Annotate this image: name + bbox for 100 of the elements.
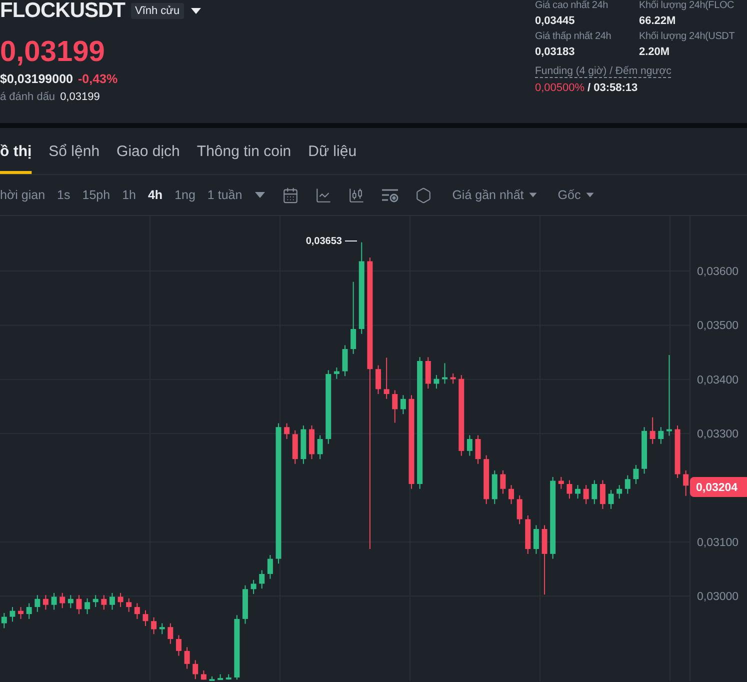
candlestick: [42, 594, 48, 610]
caret-icon: [584, 192, 595, 198]
candlestick: [592, 480, 598, 505]
candlestick: [508, 484, 514, 505]
candlestick: [18, 606, 24, 620]
candlestick: [101, 594, 107, 610]
candlestick: [575, 484, 581, 500]
candlestick: [350, 281, 356, 354]
stat-label: Khối lượng 24h(FLOC: [639, 0, 736, 11]
interval-button[interactable]: 1 tuần: [207, 188, 242, 202]
candlestick: [159, 622, 165, 635]
candlestick: [616, 484, 622, 500]
candlestick: [118, 592, 124, 608]
candlestick: [92, 594, 98, 608]
candlestick: [134, 602, 140, 620]
price-axis-label: 0,03600: [697, 266, 739, 278]
candlestick: [267, 554, 273, 580]
stat-label: Giá cao nhất 24h: [535, 0, 609, 11]
funding-label: Funding (4 giờ) / Đếm ngược: [535, 65, 672, 78]
stat-label: Giá thấp nhất 24h: [535, 31, 612, 42]
candlestick: [109, 592, 115, 610]
scale-dropdown[interactable]: Gốc: [558, 188, 595, 202]
tab[interactable]: ồ thị: [0, 128, 32, 174]
interval-button[interactable]: 15ph: [82, 188, 110, 202]
last-price: 0,03199: [0, 36, 106, 69]
price-axis-label: 0,03100: [697, 537, 739, 549]
symbol-name: FLOCKUSDT: [0, 0, 125, 23]
tab[interactable]: Dữ liệu: [308, 128, 357, 174]
price-axis-label: 0,03500: [697, 320, 739, 332]
tab[interactable]: Giao dịch: [116, 128, 180, 174]
stat-value: 66.22M: [639, 15, 677, 27]
interval-button[interactable]: 1s: [57, 188, 70, 202]
candlestick: [1, 612, 7, 629]
interval-button[interactable]: 1h: [122, 188, 136, 202]
stat-value: 2.20M: [639, 46, 671, 58]
candlestick: [192, 660, 198, 680]
usd-price: $0,03199000: [0, 72, 73, 86]
candlestick: [392, 390, 398, 424]
candlestick: [566, 480, 572, 500]
candlestick: [250, 579, 256, 595]
candlestick: [650, 416, 656, 444]
candlestick: [334, 366, 340, 380]
candlestick: [10, 606, 16, 622]
candlestick: [151, 616, 157, 635]
candlestick: [126, 598, 132, 612]
candlestick: [658, 426, 664, 444]
candlestick: [683, 470, 689, 496]
last-price-tag: 0,03204: [690, 477, 747, 497]
candlestick: [168, 622, 174, 644]
candlestick: [533, 524, 539, 554]
price-type-dropdown[interactable]: Giá gần nhất: [452, 188, 538, 202]
candlestick: [558, 476, 564, 490]
candlestick: [376, 364, 382, 395]
price-axis-label: 0,03300: [697, 428, 739, 441]
price-axis-label: 0,03400: [697, 374, 739, 386]
candlestick-icon[interactable]: [348, 186, 366, 204]
candlestick: [475, 434, 481, 464]
candlestick: [142, 610, 148, 626]
candlestick: [425, 356, 431, 390]
candlestick: [26, 602, 32, 620]
candlestick: [317, 434, 323, 460]
candlestick: [466, 434, 472, 456]
lines-gear-icon[interactable]: [381, 186, 400, 204]
candlestick: [633, 464, 639, 484]
caret-icon: [528, 192, 538, 198]
calendar-icon[interactable]: [282, 186, 300, 204]
separator-text: /: [588, 82, 591, 94]
interval-button[interactable]: 1ng: [174, 188, 196, 202]
price-change: -0,43%: [78, 72, 118, 86]
candlestick: [384, 357, 390, 400]
candlestick: [608, 489, 614, 510]
hexagon-icon[interactable]: [415, 186, 432, 204]
stat-value: 0,03183: [535, 46, 576, 58]
price-axis-label: 0,03000: [697, 591, 739, 604]
funding-rate: 0,00500%: [535, 82, 585, 94]
candlestick: [500, 470, 506, 494]
candlestick: [434, 374, 440, 390]
tab[interactable]: Sổ lệnh: [48, 128, 100, 174]
candlestick: [176, 634, 182, 656]
time-label: hời gian: [0, 188, 46, 202]
candlestick: [342, 344, 348, 377]
candlestick: [284, 422, 290, 440]
stat-label: Khối lượng 24h(USDT: [639, 31, 736, 42]
tab[interactable]: Thông tin coin: [196, 128, 292, 174]
candlestick: [442, 362, 448, 384]
mark-price-label: á đánh dấu: [0, 91, 56, 103]
candlestick: [400, 394, 406, 415]
interval-button[interactable]: 4h: [148, 188, 163, 202]
candlestick: [259, 570, 265, 590]
funding-countdown: 03:58:13: [594, 82, 638, 94]
line-chart-icon[interactable]: [315, 186, 332, 204]
candlestick: [60, 592, 66, 609]
candlestick: [184, 646, 190, 670]
candlestick: [68, 594, 74, 609]
contract-type-tag: Vĩnh cửu: [131, 3, 184, 19]
stat-value: 0,03445: [535, 15, 576, 27]
candlestick: [51, 592, 57, 610]
candlestick: [84, 598, 90, 615]
candlestick: [583, 484, 589, 505]
candlestick: [624, 474, 630, 494]
